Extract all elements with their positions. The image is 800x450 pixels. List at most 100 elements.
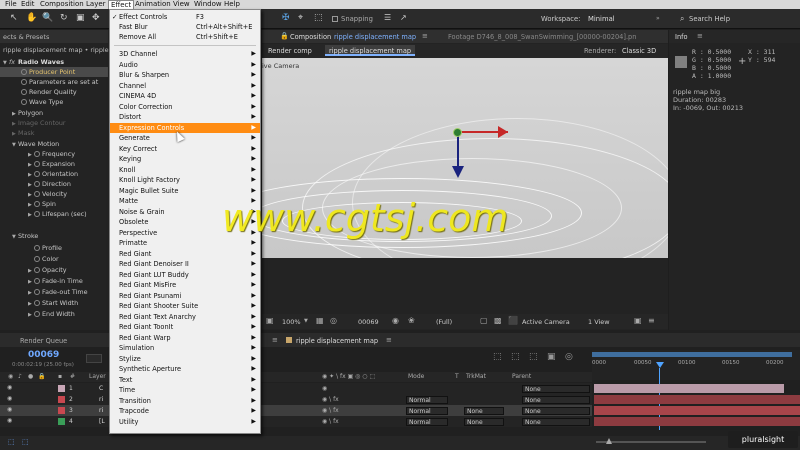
menu-item-text[interactable]: Text ▶: [110, 375, 260, 385]
transparency-grid-icon[interactable]: ▩: [494, 316, 502, 325]
snap-options-icon[interactable]: ☰: [384, 13, 391, 22]
stopwatch-icon[interactable]: [21, 99, 27, 105]
zoom-dropdown[interactable]: 100%: [282, 318, 301, 326]
workspace-menu-icon[interactable]: »: [656, 15, 660, 22]
hide-shy-icon[interactable]: ⬚: [529, 352, 538, 362]
stopwatch-icon[interactable]: [34, 311, 40, 317]
info-title[interactable]: Info: [675, 33, 687, 41]
menu-item-red-giant-shooter-suite[interactable]: Red Giant Shooter Suite ▶: [110, 301, 260, 311]
mode-dropdown[interactable]: Normal: [406, 396, 448, 404]
tab-close-icon[interactable]: ≡: [272, 336, 278, 344]
toggle-modes-icon[interactable]: ⬚: [22, 438, 29, 446]
stopwatch-icon[interactable]: [21, 79, 27, 85]
layer-bar-4[interactable]: [594, 417, 800, 426]
menu-item-fast-blur[interactable]: Fast Blur Ctrl+Alt+Shift+E: [110, 22, 260, 32]
axis-world-icon[interactable]: ⌖: [298, 13, 303, 23]
menu-item-time[interactable]: Time ▶: [110, 385, 260, 395]
timeline-icon[interactable]: ≡: [648, 316, 655, 325]
stopwatch-icon[interactable]: [34, 181, 40, 187]
layer-bar-1[interactable]: [594, 384, 784, 393]
menu-edit[interactable]: Edit: [19, 0, 37, 9]
stopwatch-icon[interactable]: [34, 267, 40, 273]
menu-effect[interactable]: Effect: [108, 0, 135, 9]
menu-item-red-giant-misfire[interactable]: Red Giant MisFire ▶: [110, 280, 260, 290]
footage-tab[interactable]: Footage D746_8_008_SwanSwimming_[00000-0…: [448, 33, 636, 41]
eye-icon[interactable]: ◉: [7, 406, 12, 413]
timecode[interactable]: 00069: [28, 350, 59, 360]
search-icon[interactable]: ⌕: [680, 14, 684, 24]
menu-window[interactable]: Window: [192, 0, 224, 9]
chevron-down-icon[interactable]: ▼: [304, 318, 308, 324]
effect-row-lifespan[interactable]: ▶ Lifespan (sec): [0, 209, 87, 219]
effects-presets-tab[interactable]: ects & Presets: [0, 30, 108, 43]
show-snapshot-icon[interactable]: ❀: [408, 316, 415, 325]
effect-row-stroke[interactable]: ▼ Stroke: [0, 231, 38, 241]
menu-layer[interactable]: Layer: [84, 0, 108, 9]
effect-row-end-width[interactable]: ▶ End Width: [0, 309, 75, 319]
layer-color-chip[interactable]: [58, 396, 65, 403]
menu-item-stylize[interactable]: Stylize ▶: [110, 354, 260, 364]
zoom-slider[interactable]: [596, 441, 706, 443]
layer-name[interactable]: C: [99, 385, 103, 392]
workspace-dropdown[interactable]: Minimal: [588, 15, 615, 23]
grid-icon[interactable]: ▦: [316, 316, 324, 325]
zoom-slider-handle[interactable]: [606, 438, 612, 444]
effect-row-polygon[interactable]: ▶ Polygon: [0, 108, 43, 118]
composition-mini-flowchart-icon[interactable]: ⬚: [493, 352, 502, 362]
effect-row-orientation[interactable]: ▶ Orientation: [0, 169, 78, 179]
lock-icon[interactable]: 🔒: [280, 32, 289, 40]
effect-row-wave-motion[interactable]: ▼ Wave Motion: [0, 139, 59, 149]
render-comp-tab[interactable]: Render comp: [268, 47, 312, 55]
menu-item-channel[interactable]: Channel ▶: [110, 81, 260, 91]
parent-dropdown[interactable]: None: [522, 407, 590, 415]
x-axis-arrowhead[interactable]: [498, 126, 508, 138]
3d-view-icon[interactable]: ⬛: [508, 316, 518, 325]
effect-row-fade-in[interactable]: ▶ Fade-in Time: [0, 276, 83, 286]
stopwatch-icon[interactable]: [34, 278, 40, 284]
menu-item-color-correction[interactable]: Color Correction ▶: [110, 102, 260, 112]
effect-row-velocity[interactable]: ▶ Velocity: [0, 189, 67, 199]
stopwatch-icon[interactable]: [34, 211, 40, 217]
pan-behind-tool-icon[interactable]: ✥: [92, 13, 100, 23]
motion-blur-icon[interactable]: ◎: [565, 352, 573, 362]
menu-item-audio[interactable]: Audio ▶: [110, 60, 260, 70]
effect-row-frequency[interactable]: ▶ Frequency: [0, 149, 75, 159]
layer-row-2[interactable]: ◉ 2 ri ◉ \ fx Normal None: [0, 394, 592, 405]
resolution-dropdown[interactable]: (Full): [436, 318, 452, 326]
trkmat-dropdown[interactable]: None: [464, 418, 504, 426]
parent-dropdown[interactable]: None: [522, 396, 590, 404]
effect-row-render-quality[interactable]: Render Quality: [0, 87, 77, 97]
parent-dropdown[interactable]: None: [522, 418, 590, 426]
layer-name[interactable]: ri: [99, 396, 103, 403]
y-axis-arrowhead[interactable]: [452, 166, 464, 178]
eye-icon[interactable]: ◉: [7, 395, 12, 402]
snapping-checkbox[interactable]: [332, 16, 338, 22]
menu-item-red-giant-psunami[interactable]: Red Giant Psunami ▶: [110, 291, 260, 301]
always-preview-icon[interactable]: ▣: [266, 316, 274, 325]
stopwatch-icon[interactable]: [34, 171, 40, 177]
z-axis-handle[interactable]: [453, 128, 462, 137]
stopwatch-icon[interactable]: [21, 69, 27, 75]
work-area-bar[interactable]: [592, 352, 792, 357]
layer-row-3[interactable]: ◉ 3 ri ◉ \ fx Normal None None: [0, 405, 592, 416]
effect-row-mask[interactable]: ▶ Mask: [0, 128, 34, 138]
stopwatch-icon[interactable]: [34, 256, 40, 262]
menu-item-remove-all[interactable]: Remove All Ctrl+Shift+E: [110, 32, 260, 42]
effect-row-spin[interactable]: ▶ Spin: [0, 199, 56, 209]
menu-item-red-giant-lut-buddy[interactable]: Red Giant LUT Buddy ▶: [110, 270, 260, 280]
stopwatch-icon[interactable]: [34, 191, 40, 197]
render-queue-tab[interactable]: Render Queue: [20, 337, 67, 345]
effect-row-direction[interactable]: ▶ Direction: [0, 179, 71, 189]
menu-view[interactable]: View: [171, 0, 192, 9]
menu-item-magic-bullet-suite[interactable]: Magic Bullet Suite ▶: [110, 186, 260, 196]
parent-dropdown[interactable]: None: [522, 385, 590, 393]
frame-blending-icon[interactable]: ▣: [547, 352, 556, 362]
menu-item-knoll[interactable]: Knoll ▶: [110, 165, 260, 175]
time-ruler[interactable]: 0000 00050 00100 00150 00200: [592, 350, 800, 380]
effect-row-expansion[interactable]: ▶ Expansion: [0, 159, 75, 169]
toggle-switches-icon[interactable]: ⬚: [8, 438, 15, 446]
menu-item-red-giant-text-anarchy[interactable]: Red Giant Text Anarchy ▶: [110, 312, 260, 322]
menu-animation[interactable]: Animation: [133, 0, 173, 9]
menu-item-simulation[interactable]: Simulation ▶: [110, 343, 260, 353]
menu-file[interactable]: File: [3, 0, 19, 9]
